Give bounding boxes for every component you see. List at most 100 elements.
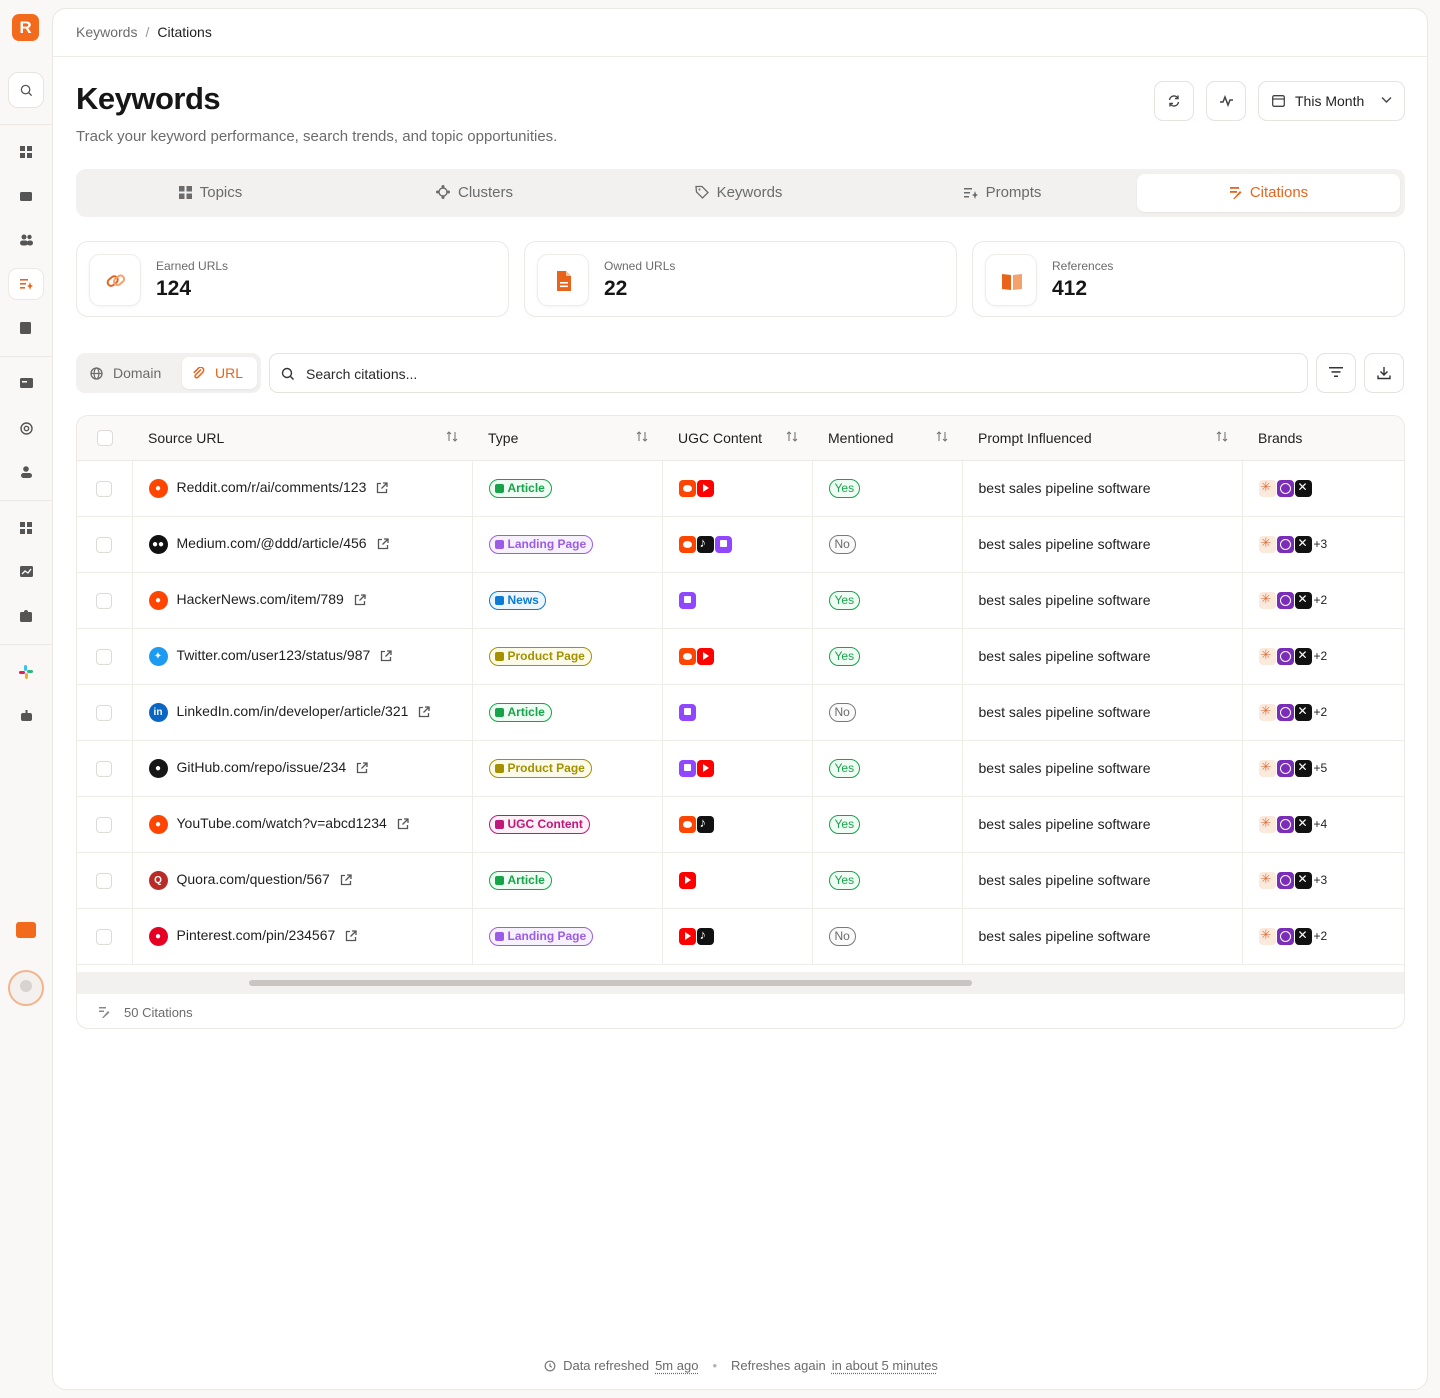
toggle-url[interactable]: URL: [182, 357, 257, 389]
external-link-icon[interactable]: [354, 594, 366, 606]
nav-keywords[interactable]: [8, 268, 44, 300]
source-url-link[interactable]: HackerNews.com/item/789: [177, 591, 344, 607]
external-link-icon[interactable]: [345, 930, 357, 942]
source-url-link[interactable]: LinkedIn.com/in/developer/article/321: [177, 703, 409, 719]
sort-icon[interactable]: [446, 431, 458, 442]
row-checkbox[interactable]: [96, 480, 113, 497]
book-icon: [1002, 274, 1022, 290]
type-badge: Landing Page: [488, 926, 594, 946]
table-row[interactable]: Q Quora.com/question/567 Article Yes best…: [77, 852, 1404, 909]
tab-topics[interactable]: Topics: [79, 174, 342, 212]
breadcrumb-parent[interactable]: Keywords: [76, 24, 137, 40]
column-type[interactable]: Type: [472, 416, 662, 461]
brands-more: +3: [1313, 537, 1328, 552]
column-ugc-content[interactable]: UGC Content: [662, 416, 812, 461]
nav-folders[interactable]: [8, 180, 44, 212]
nav-bot[interactable]: [8, 700, 44, 732]
row-checkbox[interactable]: [96, 872, 113, 889]
table-row[interactable]: ✦ Twitter.com/user123/status/987 Product …: [77, 628, 1404, 685]
row-checkbox[interactable]: [96, 704, 113, 721]
source-url-link[interactable]: Medium.com/@ddd/article/456: [177, 535, 367, 551]
chevron-down-icon: [1381, 97, 1392, 103]
prompt-cell: best sales pipeline software: [962, 628, 1243, 685]
column-brands[interactable]: Brands: [1242, 416, 1404, 461]
sort-icon[interactable]: [1216, 431, 1228, 442]
user-avatar[interactable]: [8, 970, 44, 1006]
mentioned-cell: No: [812, 684, 963, 741]
row-checkbox[interactable]: [96, 760, 113, 777]
brands-cell: +2: [1242, 908, 1404, 965]
source-url-link[interactable]: Pinterest.com/pin/234567: [177, 927, 336, 943]
period-select[interactable]: This Month: [1258, 81, 1405, 121]
external-link-icon[interactable]: [380, 650, 392, 662]
external-link-icon[interactable]: [340, 874, 352, 886]
column-source-url[interactable]: Source URL: [132, 416, 472, 461]
horizontal-scrollbar[interactable]: [77, 972, 1404, 994]
source-url-link[interactable]: YouTube.com/watch?v=abcd1234: [177, 815, 387, 831]
tab-keywords[interactable]: Keywords: [607, 174, 870, 212]
source-url-cell: ● Reddit.com/r/ai/comments/123: [132, 460, 473, 517]
table-row[interactable]: ● GitHub.com/repo/issue/234 Product Page …: [77, 740, 1404, 797]
stat-value: 124: [156, 277, 192, 300]
row-checkbox[interactable]: [96, 648, 113, 665]
table-row[interactable]: ●● Medium.com/@ddd/article/456 Landing Pa…: [77, 516, 1404, 573]
column-prompt-influenced[interactable]: Prompt Influenced: [962, 416, 1242, 461]
scrollbar-thumb[interactable]: [249, 980, 972, 986]
source-url-link[interactable]: Quora.com/question/567: [177, 871, 330, 887]
reddit-icon: ●: [148, 478, 168, 498]
external-link-icon[interactable]: [397, 818, 409, 830]
sort-icon[interactable]: [636, 431, 648, 442]
table-row[interactable]: ● Reddit.com/r/ai/comments/123 Article Ye…: [77, 460, 1404, 517]
row-checkbox[interactable]: [96, 928, 113, 945]
nav-inbox[interactable]: [8, 368, 44, 400]
source-url-link[interactable]: GitHub.com/repo/issue/234: [177, 759, 347, 775]
youtube-icon: [696, 479, 714, 497]
prompt-text: best sales pipeline software: [978, 704, 1151, 720]
external-link-icon[interactable]: [377, 538, 389, 550]
external-link-icon[interactable]: [418, 706, 431, 718]
filter-button[interactable]: [1316, 353, 1356, 393]
table-row[interactable]: ● YouTube.com/watch?v=abcd1234 UGC Conten…: [77, 796, 1404, 853]
global-search-button[interactable]: [8, 72, 44, 108]
sort-icon[interactable]: [936, 431, 948, 442]
grok-icon: [1294, 927, 1312, 945]
select-cell: [77, 684, 133, 741]
search-input[interactable]: [306, 363, 1286, 385]
nav-integrations[interactable]: [8, 600, 44, 632]
tab-prompts[interactable]: Prompts: [871, 174, 1134, 212]
nav-mentions[interactable]: [8, 412, 44, 444]
tab-citations[interactable]: Citations: [1137, 174, 1400, 212]
refresh-button[interactable]: [1154, 81, 1194, 121]
brands-cell: +2: [1242, 628, 1404, 685]
nav-dashboard[interactable]: [8, 136, 44, 168]
ugc-cell: [662, 684, 813, 741]
source-url-link[interactable]: Twitter.com/user123/status/987: [177, 647, 371, 663]
source-url-link[interactable]: Reddit.com/r/ai/comments/123: [177, 479, 367, 495]
nav-team[interactable]: [8, 456, 44, 488]
download-button[interactable]: [1364, 353, 1404, 393]
select-all-checkbox[interactable]: [96, 430, 113, 447]
sort-icon[interactable]: [786, 431, 798, 442]
activity-button[interactable]: [1206, 81, 1246, 121]
nav-slack[interactable]: [8, 656, 44, 688]
table-row[interactable]: ● HackerNews.com/item/789 News Yes best s…: [77, 572, 1404, 629]
nav-apps[interactable]: [8, 512, 44, 544]
external-link-icon[interactable]: [356, 762, 368, 774]
table-row[interactable]: in LinkedIn.com/in/developer/article/321 …: [77, 684, 1404, 741]
nav-docs[interactable]: [8, 312, 44, 344]
record-icon[interactable]: [16, 922, 36, 938]
source-url-cell: ●● Medium.com/@ddd/article/456: [132, 516, 473, 573]
mentioned-badge: No: [828, 534, 856, 554]
tab-clusters[interactable]: Clusters: [343, 174, 606, 212]
row-checkbox[interactable]: [96, 536, 113, 553]
toggle-domain[interactable]: Domain: [90, 357, 161, 389]
refresh-ago: 5m ago: [655, 1358, 699, 1373]
app-logo[interactable]: R: [12, 14, 39, 41]
table-row[interactable]: ● Pinterest.com/pin/234567 Landing Page N…: [77, 908, 1404, 965]
nav-analytics[interactable]: [8, 556, 44, 588]
column-mentioned[interactable]: Mentioned: [812, 416, 962, 461]
row-checkbox[interactable]: [96, 592, 113, 609]
nav-users[interactable]: [8, 224, 44, 256]
external-link-icon[interactable]: [376, 482, 389, 494]
row-checkbox[interactable]: [96, 816, 113, 833]
